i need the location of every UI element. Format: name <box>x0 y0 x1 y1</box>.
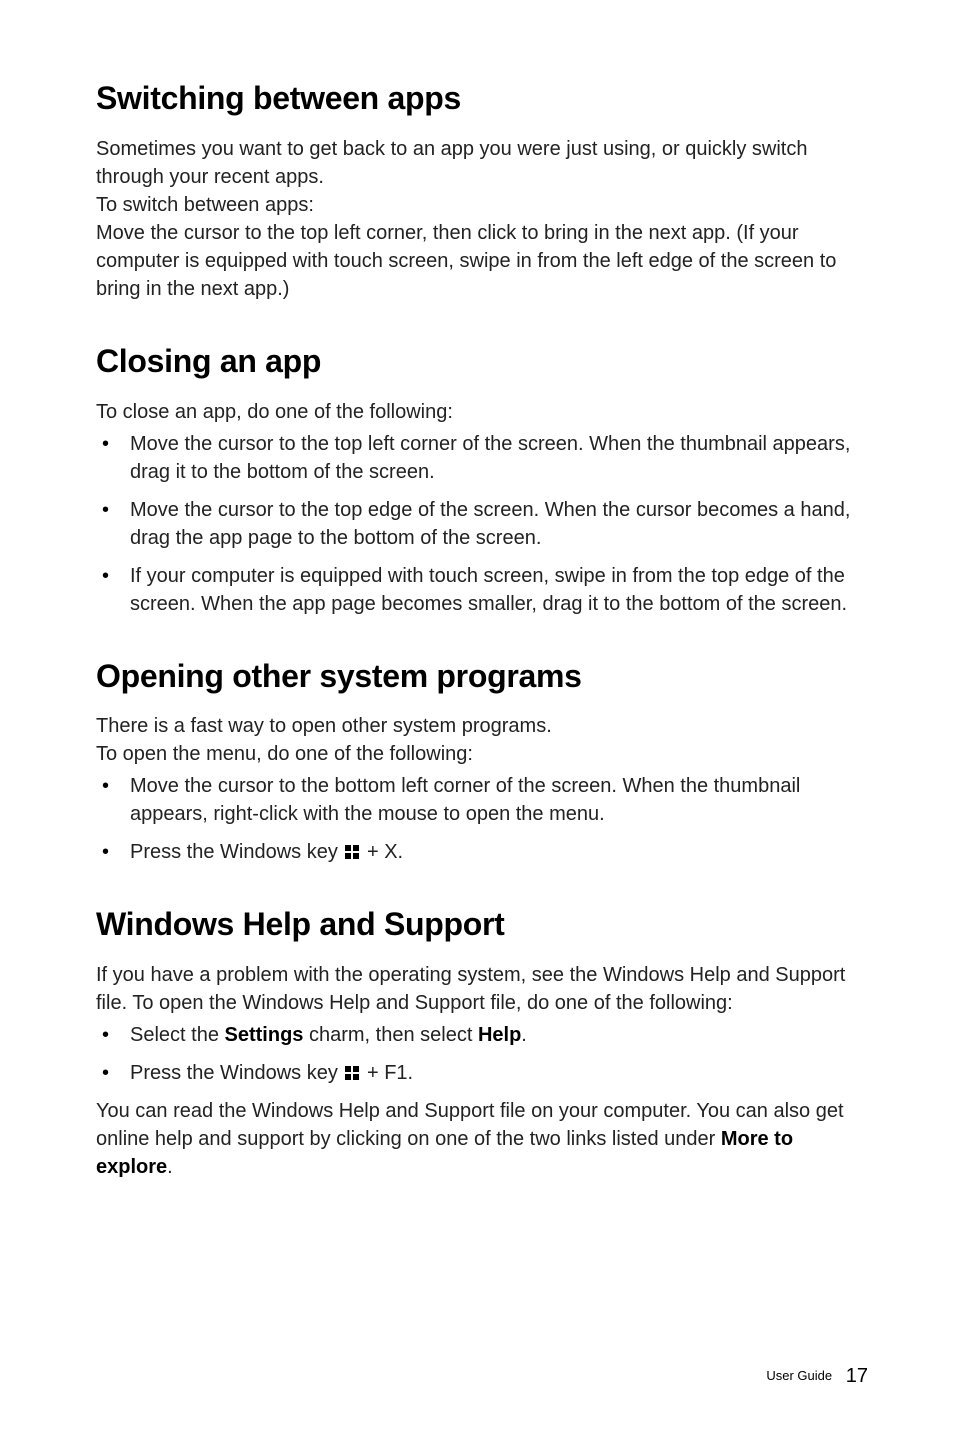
list-item: Press the Windows key + F1. <box>96 1059 868 1087</box>
bullet-list: Move the cursor to the bottom left corne… <box>96 772 868 866</box>
list-item: Select the Settings charm, then select H… <box>96 1021 868 1049</box>
body-text: To open the menu, do one of the followin… <box>96 740 868 768</box>
list-item-text: Select the <box>130 1024 225 1046</box>
body-text: If you have a problem with the operating… <box>96 961 868 1017</box>
list-item-text: . <box>521 1024 527 1046</box>
page-number: 17 <box>846 1365 868 1387</box>
list-item-text: Press the Windows key <box>130 1062 343 1084</box>
list-item: If your computer is equipped with touch … <box>96 562 868 618</box>
bold-text: Help <box>478 1024 521 1046</box>
list-item: Press the Windows key + X. <box>96 838 868 866</box>
list-item-text: Press the Windows key <box>130 841 343 863</box>
section-closing-app: Closing an app To close an app, do one o… <box>96 343 868 618</box>
bold-text: Settings <box>225 1024 304 1046</box>
body-text: There is a fast way to open other system… <box>96 712 868 740</box>
section-help-support: Windows Help and Support If you have a p… <box>96 906 868 1181</box>
footer-label: User Guide <box>766 1368 832 1383</box>
heading-opening-programs: Opening other system programs <box>96 658 868 695</box>
list-item: Move the cursor to the bottom left corne… <box>96 772 868 828</box>
heading-switching-apps: Switching between apps <box>96 80 868 117</box>
list-item-text: + X. <box>361 841 403 863</box>
body-text: Move the cursor to the top left corner, … <box>96 219 868 303</box>
list-item: Move the cursor to the top left corner o… <box>96 430 868 486</box>
heading-closing-app: Closing an app <box>96 343 868 380</box>
heading-help-support: Windows Help and Support <box>96 906 868 943</box>
section-switching-apps: Switching between apps Sometimes you wan… <box>96 80 868 303</box>
body-text: You can read the Windows Help and Suppor… <box>96 1097 868 1181</box>
list-item-text: charm, then select <box>303 1024 478 1046</box>
windows-key-icon <box>345 845 359 859</box>
bullet-list: Move the cursor to the top left corner o… <box>96 430 868 618</box>
list-item: Move the cursor to the top edge of the s… <box>96 496 868 552</box>
body-text: To close an app, do one of the following… <box>96 398 868 426</box>
body-text: To switch between apps: <box>96 191 868 219</box>
bullet-list: Select the Settings charm, then select H… <box>96 1021 868 1087</box>
list-item-text: + F1. <box>361 1062 413 1084</box>
page-footer: User Guide 17 <box>766 1365 868 1388</box>
windows-key-icon <box>345 1066 359 1080</box>
section-opening-programs: Opening other system programs There is a… <box>96 658 868 867</box>
body-text: Sometimes you want to get back to an app… <box>96 135 868 191</box>
body-text: . <box>167 1156 173 1178</box>
